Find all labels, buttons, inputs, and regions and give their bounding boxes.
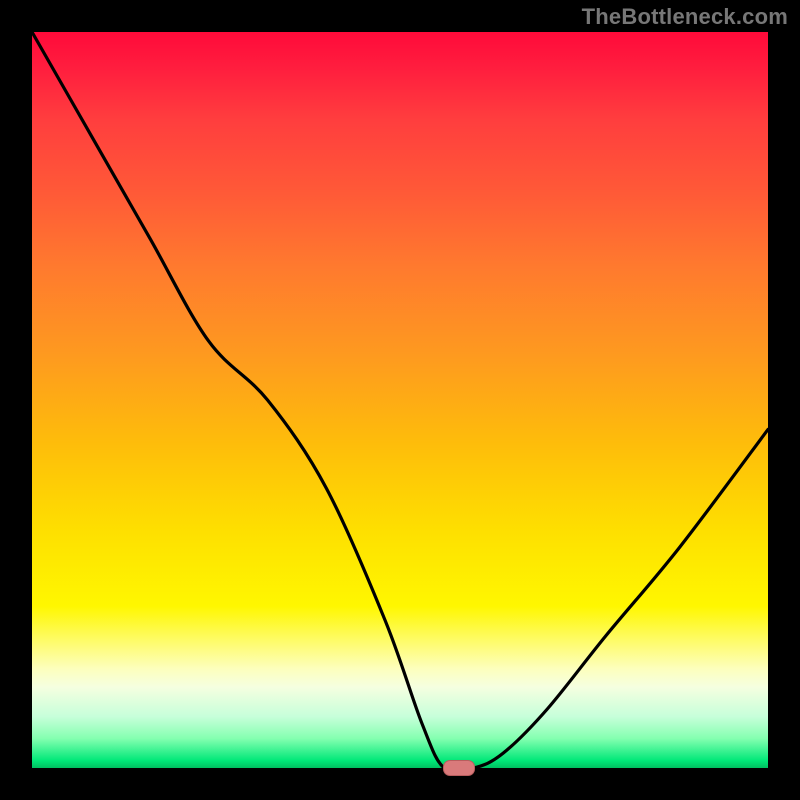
chart-frame: TheBottleneck.com [0, 0, 800, 800]
watermark-text: TheBottleneck.com [582, 4, 788, 30]
optimal-marker [443, 760, 475, 776]
bottleneck-curve [32, 32, 768, 768]
plot-area [32, 32, 768, 768]
